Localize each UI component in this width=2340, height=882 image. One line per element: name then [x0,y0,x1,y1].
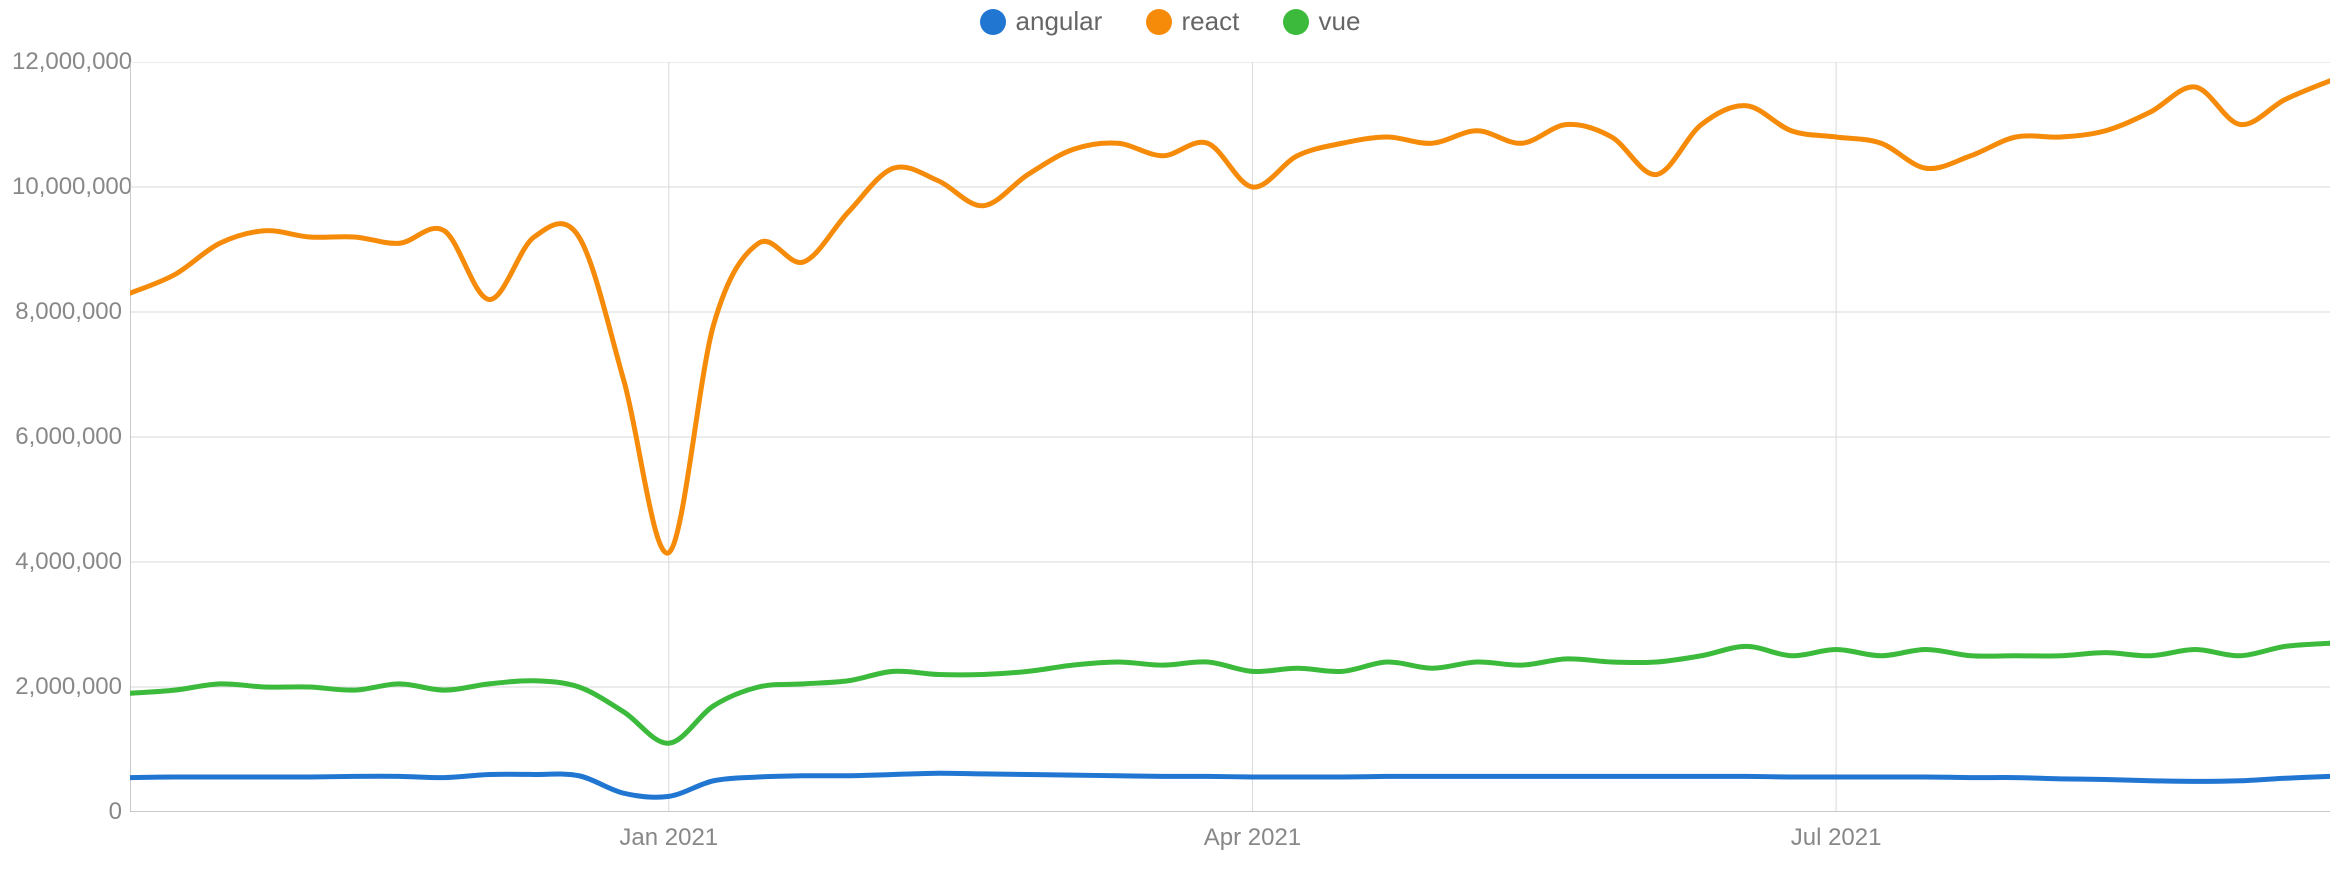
legend-swatch-react [1146,9,1172,35]
series-line-angular[interactable] [130,773,2330,797]
series-line-vue[interactable] [130,643,2330,743]
x-tick-label: Jan 2021 [619,824,718,852]
legend-label-react: react [1182,6,1240,37]
legend-swatch-angular [980,9,1006,35]
y-tick-label: 8,000,000 [12,298,122,326]
plot-area [130,62,2330,812]
y-tick-label: 12,000,000 [12,48,122,76]
chart-container: angular react vue 12,000,000 10,000,000 … [0,0,2340,882]
x-tick-label: Jul 2021 [1791,824,1882,852]
legend-label-vue: vue [1319,6,1361,37]
plot-svg [130,62,2330,812]
legend-item-angular[interactable]: angular [980,6,1103,37]
y-tick-label: 2,000,000 [12,673,122,701]
legend: angular react vue [0,6,2340,42]
legend-item-react[interactable]: react [1146,6,1240,37]
y-tick-label: 6,000,000 [12,423,122,451]
y-tick-label: 4,000,000 [12,548,122,576]
y-tick-label: 10,000,000 [12,173,122,201]
legend-item-vue[interactable]: vue [1283,6,1361,37]
y-tick-label: 0 [12,798,122,826]
x-tick-label: Apr 2021 [1204,824,1301,852]
series-line-react[interactable] [130,81,2330,553]
legend-label-angular: angular [1016,6,1103,37]
legend-swatch-vue [1283,9,1309,35]
